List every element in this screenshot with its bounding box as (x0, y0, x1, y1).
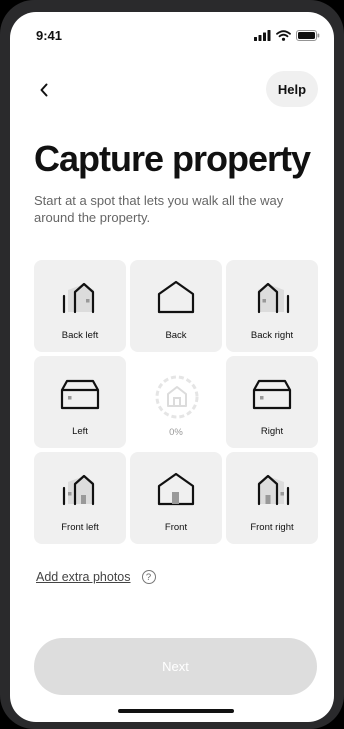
screen: 9:41 Help Capture property Start at a sp… (10, 12, 334, 722)
house-back-icon (157, 280, 195, 314)
progress-value: 0% (169, 427, 183, 438)
angle-tile-front-left[interactable]: Front left (34, 452, 126, 544)
angle-tile-right[interactable]: Right (226, 356, 318, 448)
house-right-icon (252, 379, 292, 410)
battery-icon (296, 30, 320, 41)
angle-label: Front left (61, 522, 99, 533)
help-button[interactable]: Help (266, 71, 318, 107)
angle-label: Back right (250, 330, 294, 341)
angle-tile-back-right[interactable]: Back right (226, 260, 318, 352)
angle-label: Front right (250, 522, 294, 533)
angle-label: Back (165, 330, 187, 341)
angle-tile-front[interactable]: Front (130, 452, 222, 544)
add-extra-photos-link[interactable]: Add extra photos (36, 570, 131, 584)
angle-grid: Back left Back Back right Left 0% Right … (34, 260, 318, 544)
status-icons (254, 30, 320, 41)
help-circle-icon[interactable]: ? (141, 570, 156, 584)
house-front-icon (157, 472, 195, 506)
angle-label: Front (164, 522, 188, 533)
phone-frame: 9:41 Help Capture property Start at a sp… (0, 0, 344, 729)
next-button[interactable]: Next (34, 638, 317, 695)
page-title: Capture property (34, 138, 311, 179)
angle-tile-back-left[interactable]: Back left (34, 260, 126, 352)
angle-label: Left (72, 426, 88, 437)
angle-tile-back[interactable]: Back (130, 260, 222, 352)
signal-icon (254, 30, 271, 41)
angle-label: Back left (61, 330, 99, 341)
house-back-right-icon (257, 282, 290, 314)
progress-indicator: 0% (130, 356, 222, 448)
page-subtitle: Start at a spot that lets you walk all t… (34, 193, 284, 225)
angle-tile-front-right[interactable]: Front right (226, 452, 318, 544)
status-bar: 9:41 (10, 12, 334, 56)
status-time: 9:41 (36, 28, 63, 43)
angle-label: Right (260, 426, 284, 437)
house-front-right-icon (257, 474, 290, 506)
home-indicator (118, 709, 234, 713)
back-button[interactable] (32, 78, 56, 102)
angle-tile-left[interactable]: Left (34, 356, 126, 448)
house-front-left-icon (62, 474, 95, 506)
house-left-icon (60, 379, 100, 410)
wifi-icon (276, 30, 291, 41)
extra-photos-row: Add extra photos ? (36, 570, 156, 584)
progress-ring-icon (155, 375, 199, 419)
house-back-left-icon (62, 282, 95, 314)
chevron-left-icon (40, 83, 48, 97)
